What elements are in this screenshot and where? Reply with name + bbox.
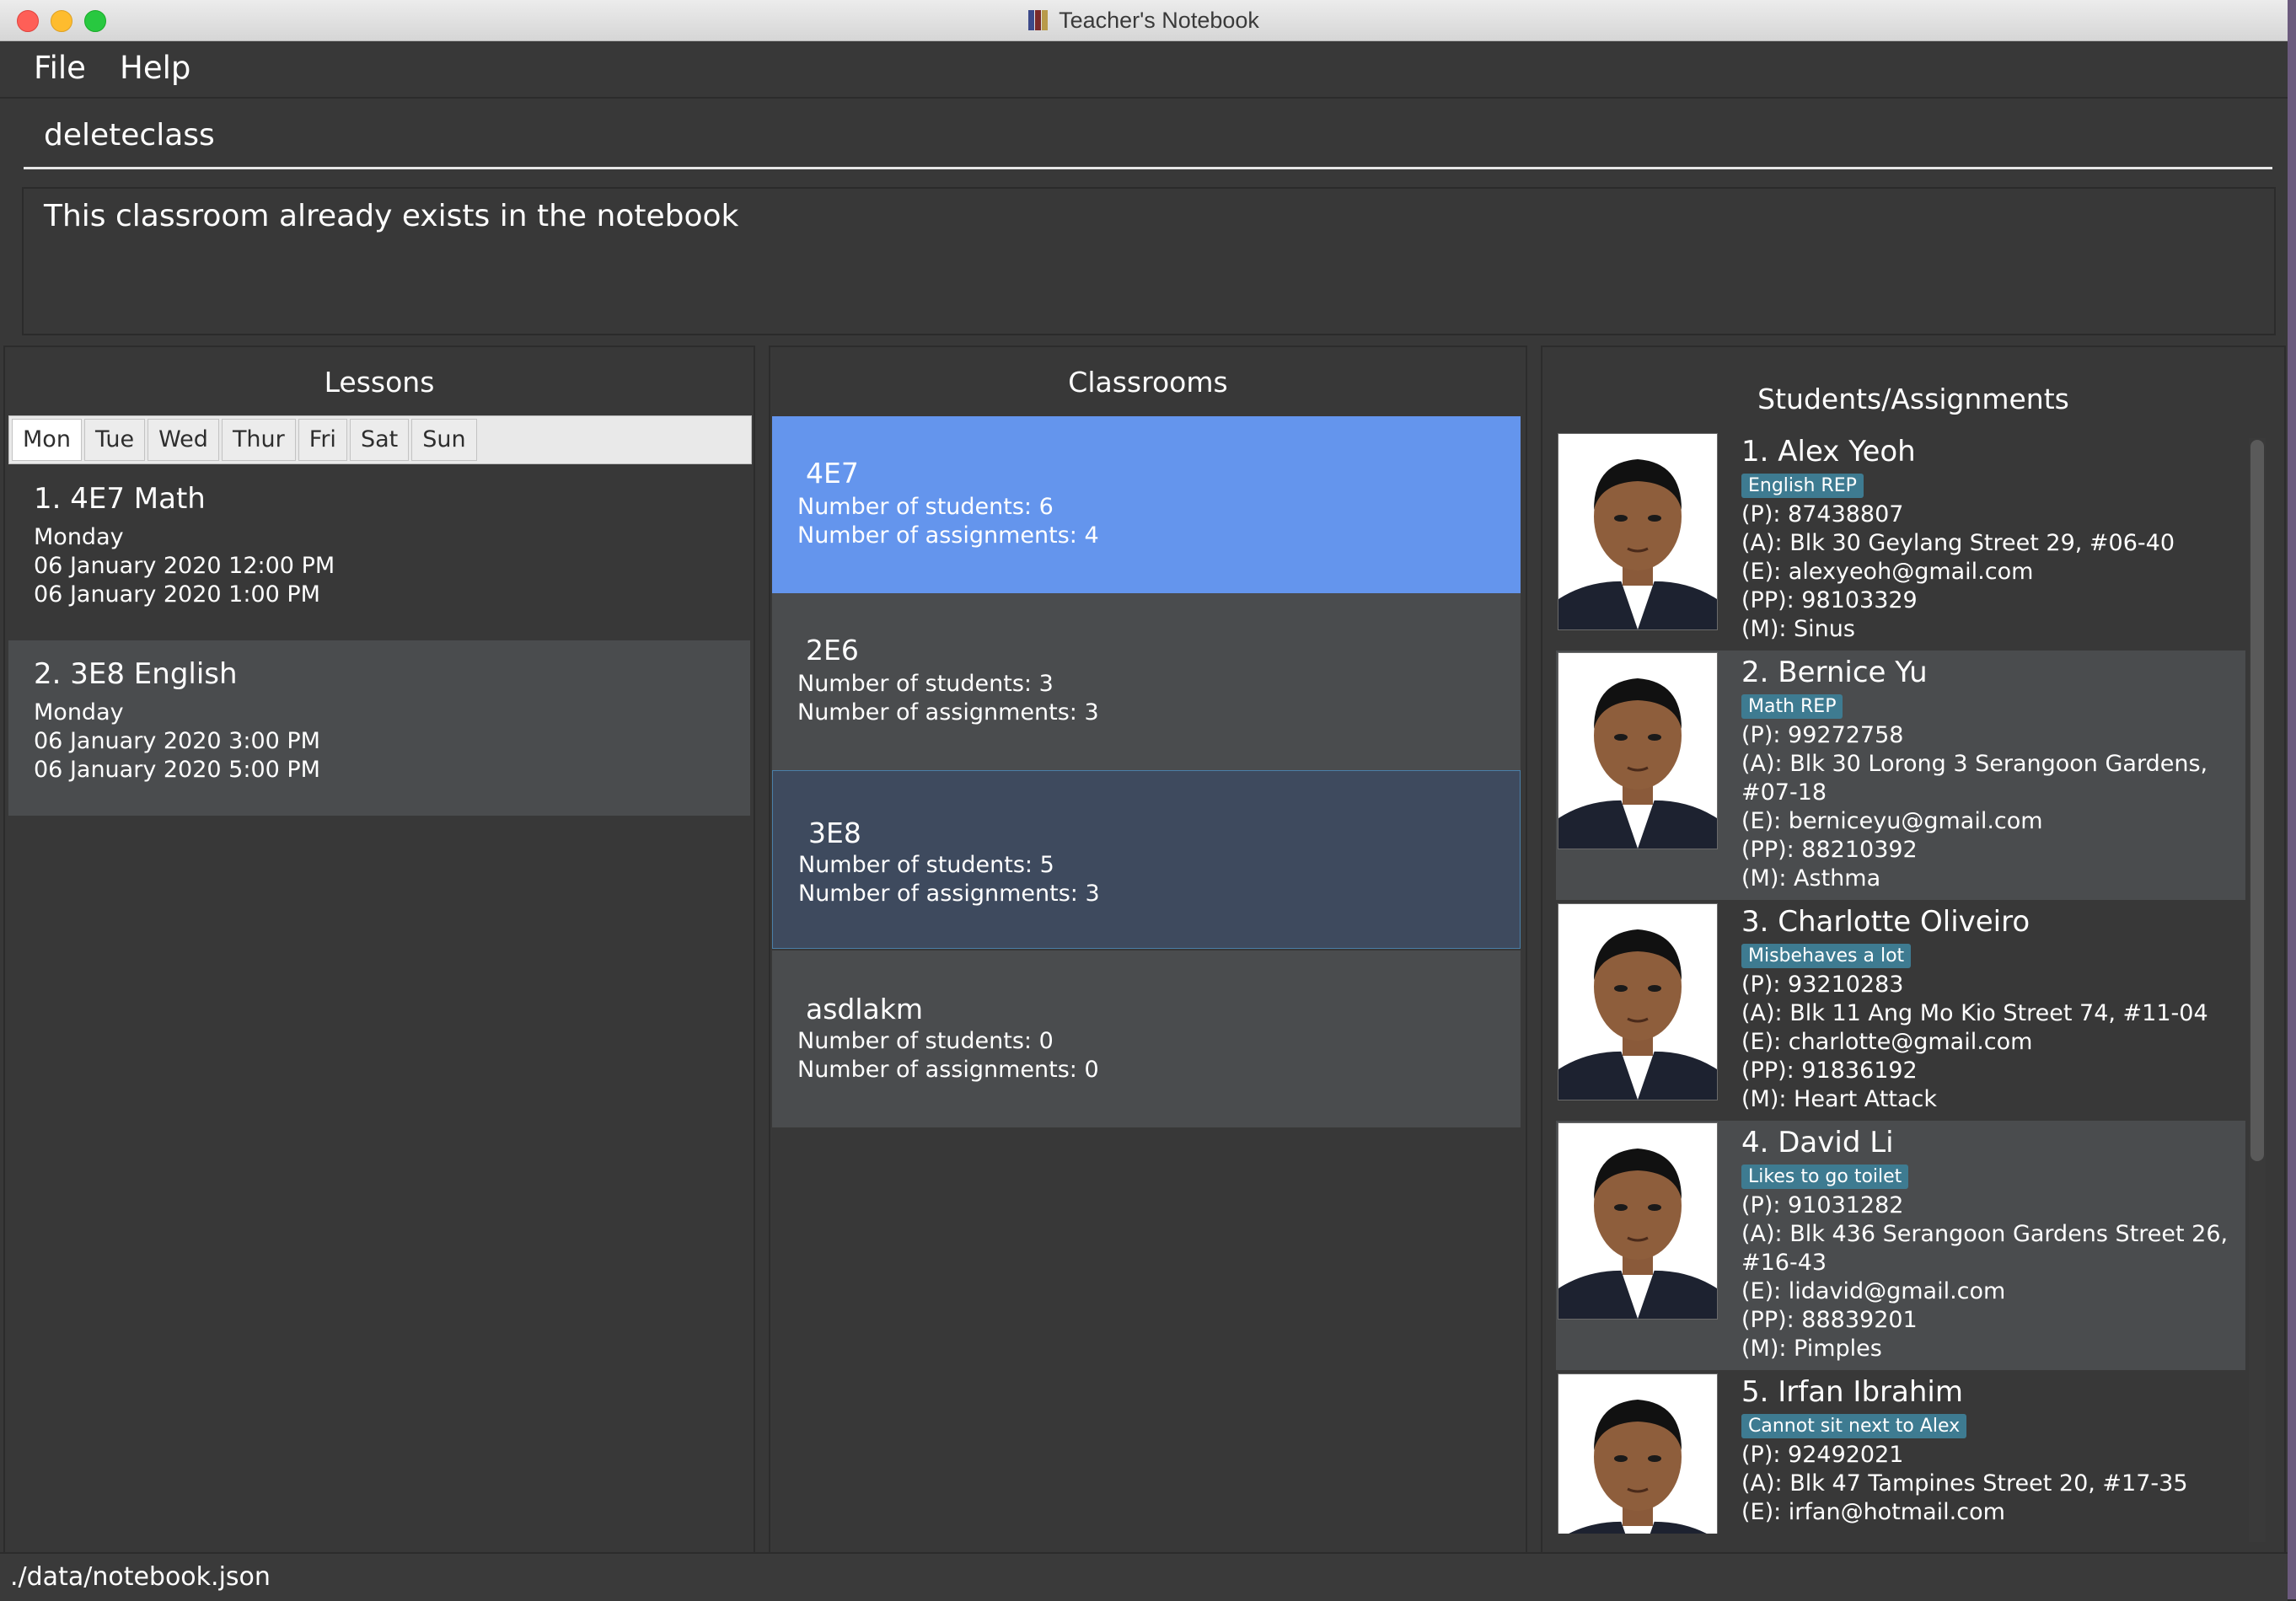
student-phone: (P): 91031282 bbox=[1741, 1192, 1904, 1218]
lesson-day: Monday bbox=[34, 699, 124, 726]
student-name: 3. Charlotte Oliveiro bbox=[1741, 905, 2030, 939]
student-name: 1. Alex Yeoh bbox=[1741, 435, 1916, 469]
student-parent-phone: (PP): 98103329 bbox=[1741, 587, 1918, 613]
classroom-name: 2E6 bbox=[806, 634, 859, 667]
tab-fri[interactable]: Fri bbox=[298, 419, 347, 461]
classroom-name: 3E8 bbox=[808, 817, 861, 849]
tab-wed[interactable]: Wed bbox=[148, 419, 219, 461]
student-email: (E): irfan@hotmail.com bbox=[1741, 1499, 2005, 1525]
student-address: (A): Blk 11 Ang Mo Kio Street 74, #11-04 bbox=[1741, 1000, 2208, 1026]
student-photo bbox=[1558, 1373, 1718, 1534]
scrollbar-thumb[interactable] bbox=[2250, 440, 2264, 1161]
tab-tue[interactable]: Tue bbox=[83, 419, 146, 461]
app-window: Teacher's Notebook File Help deleteclass… bbox=[0, 0, 2288, 1601]
lesson-day: Monday bbox=[34, 524, 124, 550]
menu-help[interactable]: Help bbox=[113, 50, 197, 86]
student-tag: Misbehaves a lot bbox=[1741, 944, 1912, 968]
status-bar: ./data/notebook.json bbox=[0, 1552, 2288, 1601]
student-card[interactable]: 3. Charlotte Oliveiro Misbehaves a lot (… bbox=[1556, 900, 2245, 1121]
student-address: (A): Blk 30 Geylang Street 29, #06-40 bbox=[1741, 530, 2175, 556]
student-photo bbox=[1558, 903, 1718, 1100]
tab-sun[interactable]: Sun bbox=[411, 419, 477, 461]
student-card[interactable]: 4. David Li Likes to go toilet (P): 9103… bbox=[1556, 1121, 2245, 1370]
classroom-card[interactable]: 2E6 Number of students: 3 Number of assi… bbox=[772, 593, 1521, 770]
student-card[interactable]: 5. Irfan Ibrahim Cannot sit next to Alex… bbox=[1556, 1370, 2245, 1534]
students-title: Students/Assignments bbox=[1757, 383, 2069, 415]
student-card[interactable]: 2. Bernice Yu Math REP (P): 99272758 (A)… bbox=[1556, 651, 2245, 900]
student-phone: (P): 99272758 bbox=[1741, 722, 1904, 748]
student-medical: (M): Heart Attack bbox=[1741, 1086, 1937, 1112]
tab-mon[interactable]: Mon bbox=[12, 419, 82, 461]
student-medical: (M): Asthma bbox=[1741, 865, 1881, 892]
command-box[interactable]: deleteclass bbox=[24, 101, 2272, 169]
student-medical: (M): Sinus bbox=[1741, 616, 1855, 642]
student-tag: English REP bbox=[1741, 474, 1864, 498]
student-name: 4. David Li bbox=[1741, 1126, 1894, 1159]
student-tag: Math REP bbox=[1741, 694, 1843, 719]
tab-sat[interactable]: Sat bbox=[349, 419, 410, 461]
student-list[interactable]: 1. Alex Yeoh English REP (P): 87438807 (… bbox=[1556, 430, 2245, 1534]
menu-file[interactable]: File bbox=[27, 50, 93, 86]
day-tabs: Mon Tue Wed Thur Fri Sat Sun bbox=[8, 415, 752, 464]
student-phone: (P): 93210283 bbox=[1741, 972, 1904, 998]
menu-bar: File Help bbox=[0, 41, 2288, 99]
classroom-students: Number of students: 3 bbox=[797, 671, 1054, 697]
command-input[interactable]: deleteclass bbox=[44, 118, 215, 153]
student-card[interactable]: 1. Alex Yeoh English REP (P): 87438807 (… bbox=[1556, 430, 2245, 651]
student-medical: (M): Pimples bbox=[1741, 1336, 1882, 1362]
classroom-card[interactable]: asdlakm Number of students: 0 Number of … bbox=[772, 950, 1521, 1127]
student-parent-phone: (PP): 88210392 bbox=[1741, 837, 1918, 863]
window-title: Teacher's Notebook bbox=[1059, 7, 1259, 33]
classroom-card-selected[interactable]: 4E7 Number of students: 6 Number of assi… bbox=[772, 416, 1521, 593]
student-parent-phone: (PP): 91836192 bbox=[1741, 1058, 1918, 1084]
classrooms-title: Classrooms bbox=[1068, 366, 1228, 399]
lesson-end: 06 January 2020 1:00 PM bbox=[34, 581, 320, 608]
student-email: (E): alexyeoh@gmail.com bbox=[1741, 559, 2034, 585]
student-parent-phone: (PP): 88839201 bbox=[1741, 1307, 1918, 1333]
title-bar: Teacher's Notebook bbox=[0, 0, 2288, 41]
student-photo bbox=[1558, 1122, 1718, 1320]
student-name: 5. Irfan Ibrahim bbox=[1741, 1375, 1963, 1409]
lesson-start: 06 January 2020 12:00 PM bbox=[34, 553, 335, 579]
student-photo bbox=[1558, 652, 1718, 849]
classroom-students: Number of students: 6 bbox=[797, 494, 1054, 520]
classroom-students: Number of students: 0 bbox=[797, 1028, 1054, 1054]
result-display: This classroom already exists in the not… bbox=[22, 187, 2276, 335]
lessons-title: Lessons bbox=[324, 366, 435, 399]
classroom-name: 4E7 bbox=[806, 457, 859, 490]
classroom-card-highlighted[interactable]: 3E8 Number of students: 5 Number of assi… bbox=[772, 770, 1521, 949]
student-phone: (P): 92492021 bbox=[1741, 1442, 1904, 1468]
lesson-title: 2. 3E8 English bbox=[34, 657, 238, 691]
student-tag: Likes to go toilet bbox=[1741, 1165, 1909, 1189]
student-address: (A): Blk 436 Serangoon Gardens Street 26… bbox=[1741, 1221, 2229, 1276]
classroom-assignments: Number of assignments: 0 bbox=[797, 1057, 1099, 1083]
lesson-end: 06 January 2020 5:00 PM bbox=[34, 757, 320, 783]
student-phone: (P): 87438807 bbox=[1741, 501, 1904, 527]
lesson-card[interactable]: 2. 3E8 English Monday 06 January 2020 3:… bbox=[8, 640, 750, 816]
classroom-assignments: Number of assignments: 3 bbox=[797, 699, 1099, 726]
student-address: (A): Blk 47 Tampines Street 20, #17-35 bbox=[1741, 1470, 2188, 1497]
result-message: This classroom already exists in the not… bbox=[44, 199, 739, 233]
lesson-card[interactable]: 1. 4E7 Math Monday 06 January 2020 12:00… bbox=[8, 465, 750, 640]
classroom-assignments: Number of assignments: 3 bbox=[798, 881, 1100, 907]
student-name: 2. Bernice Yu bbox=[1741, 656, 1928, 689]
student-email: (E): lidavid@gmail.com bbox=[1741, 1278, 2006, 1304]
student-photo bbox=[1558, 433, 1718, 630]
notebook-app-icon bbox=[1028, 8, 1050, 32]
lesson-title: 1. 4E7 Math bbox=[34, 482, 206, 516]
classroom-students: Number of students: 5 bbox=[798, 852, 1054, 878]
classroom-assignments: Number of assignments: 4 bbox=[797, 522, 1099, 549]
save-location: ./data/notebook.json bbox=[10, 1562, 271, 1592]
student-email: (E): berniceyu@gmail.com bbox=[1741, 808, 2043, 834]
student-address: (A): Blk 30 Lorong 3 Serangoon Gardens, … bbox=[1741, 751, 2208, 806]
desktop-background bbox=[2288, 0, 2296, 1599]
classroom-name: asdlakm bbox=[806, 993, 924, 1025]
student-email: (E): charlotte@gmail.com bbox=[1741, 1029, 2033, 1055]
lesson-start: 06 January 2020 3:00 PM bbox=[34, 728, 320, 754]
tab-thur[interactable]: Thur bbox=[221, 419, 296, 461]
student-tag: Cannot sit next to Alex bbox=[1741, 1414, 1967, 1438]
